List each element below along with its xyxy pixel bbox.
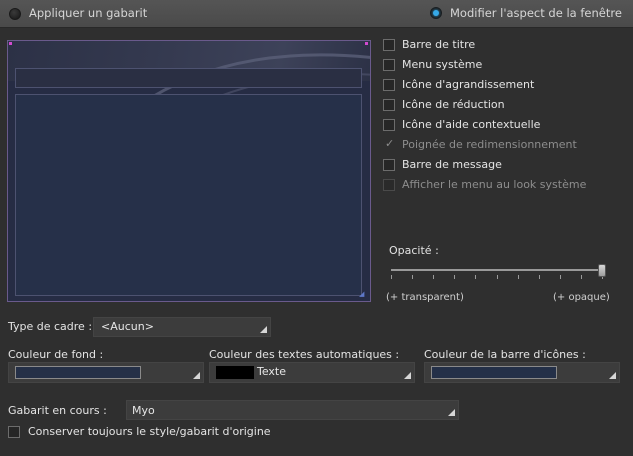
system-look-menu-label: Afficher le menu au look système [402,178,587,191]
dropdown-arrow-icon [404,372,411,379]
system-menu-label: Menu système [402,58,483,71]
dropdown-arrow-icon [260,326,267,333]
slider-tick [391,275,392,279]
maximize-icon-label: Icône d'agrandissement [402,78,535,91]
icon-bar-color-picker[interactable] [424,362,620,383]
slider-tick [581,275,582,279]
slider-tick [539,275,540,279]
icon-bar-color-swatch [431,366,557,379]
auto-text-color-swatch [216,366,254,379]
background-color-picker[interactable] [8,362,204,383]
dropdown-arrow-icon [193,372,200,379]
modify-appearance-label[interactable]: Modifier l'aspect de la fenêtre [450,6,622,20]
message-bar-checkbox[interactable] [383,159,395,171]
keep-style-label: Conserver toujours le style/gabarit d'or… [28,425,271,438]
resize-grip-label: Poignée de redimensionnement [402,138,577,151]
resize-grip-checkbox: ✓ [383,137,395,151]
title-bar-label: Barre de titre [402,38,476,51]
current-template-label: Gabarit en cours : [8,404,107,417]
slider-tick [433,275,434,279]
system-look-menu-checkbox [383,179,395,191]
frame-type-label: Type de cadre : [8,320,93,333]
preview-content-area [15,94,362,296]
auto-text-color-label: Couleur des textes automatiques : [209,348,400,361]
message-bar-label: Barre de message [402,158,502,171]
slider-tick [560,275,561,279]
opacity-max-label: (+ opaque) [553,292,610,303]
dropdown-arrow-icon [609,372,616,379]
opacity-min-label: (+ transparent) [386,292,464,303]
icon-bar-color-label: Couleur de la barre d'icônes : [424,348,586,361]
slider-tick [412,275,413,279]
resize-grip-icon: ◢ [359,290,365,298]
apply-template-radio[interactable] [9,8,21,20]
dropdown-arrow-icon [448,409,455,416]
apply-template-label[interactable]: Appliquer un gabarit [29,6,147,20]
auto-text-sample: Texte [257,365,287,378]
modify-appearance-radio[interactable] [430,7,442,19]
current-template-dropdown[interactable]: Myo [126,400,459,420]
opacity-slider-track[interactable] [391,269,604,271]
help-icon-label: Icône d'aide contextuelle [402,118,541,131]
window-preview: ◢ [7,40,371,302]
frame-type-dropdown[interactable]: <Aucun> [93,317,271,337]
help-icon-checkbox[interactable] [383,119,395,131]
slider-tick [475,275,476,279]
keep-style-checkbox[interactable] [8,426,20,438]
window-appearance-dialog: Appliquer un gabarit Modifier l'aspect d… [0,0,633,456]
slider-tick [497,275,498,279]
slider-tick [518,275,519,279]
maximize-icon-checkbox[interactable] [383,79,395,91]
minimize-icon-checkbox[interactable] [383,99,395,111]
minimize-icon-label: Icône de réduction [402,98,505,111]
frame-type-value: <Aucun> [101,320,154,333]
mode-bar: Appliquer un gabarit Modifier l'aspect d… [0,0,633,28]
title-bar-checkbox[interactable] [383,39,395,51]
checkmark-icon: ✓ [385,137,395,150]
opacity-slider-thumb[interactable] [598,264,606,277]
background-color-swatch [15,366,141,379]
background-color-label: Couleur de fond : [8,348,104,361]
preview-corner-marker [9,42,12,45]
opacity-label: Opacité : [389,244,439,257]
preview-title-bar [15,68,362,88]
slider-tick [454,275,455,279]
current-template-value: Myo [132,404,155,417]
auto-text-color-picker[interactable]: Texte [209,362,415,383]
system-menu-checkbox[interactable] [383,59,395,71]
preview-corner-marker [365,42,368,45]
